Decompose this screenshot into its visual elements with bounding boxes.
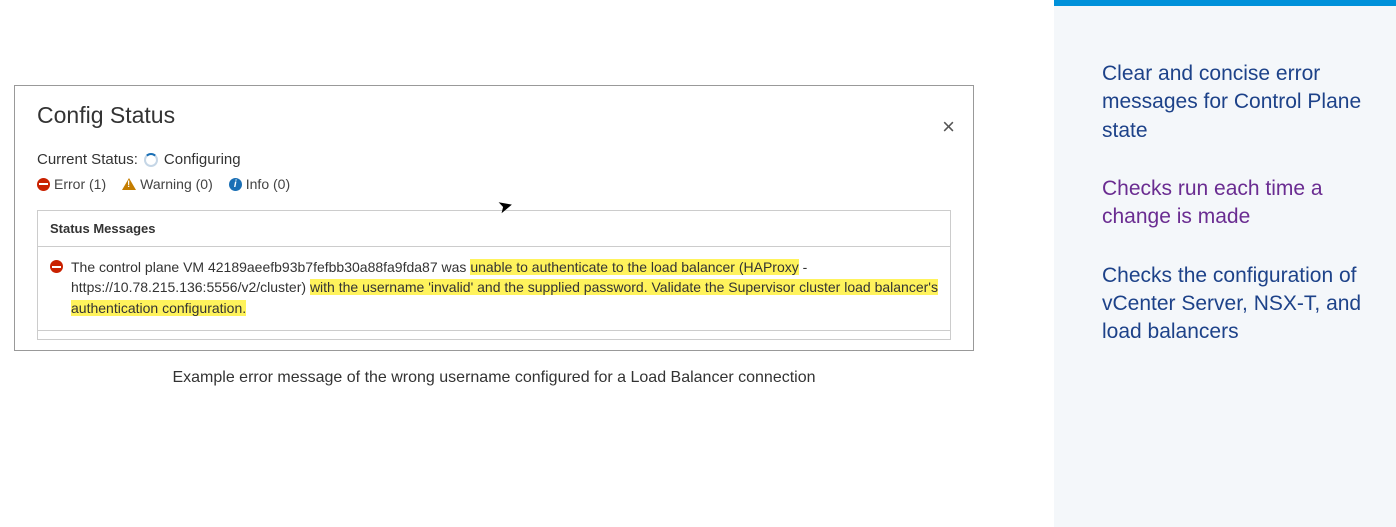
status-message-text: The control plane VM 42189aeefb93b7fefbb…	[71, 257, 938, 318]
sidebar-panel: Clear and concise error messages for Con…	[1054, 0, 1396, 527]
warning-count[interactable]: Warning (0)	[122, 176, 213, 192]
messages-footer-spacer	[38, 331, 950, 339]
figure-caption: Example error message of the wrong usern…	[14, 369, 974, 387]
config-status-dialog: Config Status × Current Status: Configur…	[14, 85, 974, 351]
msg-highlight: unable to authenticate to the load balan…	[470, 259, 798, 275]
main-content: Config Status × Current Status: Configur…	[14, 85, 974, 387]
sidebar-item-2: Checks run each time a change is made	[1102, 175, 1366, 232]
error-count-label: Error (1)	[54, 176, 106, 192]
current-status-value: Configuring	[164, 151, 241, 168]
close-icon[interactable]: ×	[942, 116, 955, 138]
current-status-label: Current Status:	[37, 151, 138, 168]
current-status-row: Current Status: Configuring	[37, 151, 951, 168]
warning-icon	[122, 178, 136, 190]
info-icon	[229, 178, 242, 191]
status-counts: Error (1) Warning (0) Info (0)	[37, 176, 951, 192]
error-icon	[50, 260, 63, 273]
status-messages-header: Status Messages	[38, 211, 950, 247]
info-count-label: Info (0)	[246, 176, 290, 192]
spinner-icon	[144, 153, 158, 167]
error-icon	[37, 178, 50, 191]
info-count[interactable]: Info (0)	[229, 176, 290, 192]
dialog-title: Config Status	[37, 102, 951, 129]
sidebar-item-3: Checks the configuration of vCenter Serv…	[1102, 262, 1366, 347]
status-messages-box: Status Messages The control plane VM 421…	[37, 210, 951, 340]
msg-segment: The control plane VM 42189aeefb93b7fefbb…	[71, 259, 470, 275]
error-count[interactable]: Error (1)	[37, 176, 106, 192]
sidebar-accent-bar	[1054, 0, 1396, 6]
status-message-row: The control plane VM 42189aeefb93b7fefbb…	[38, 247, 950, 331]
sidebar-item-1: Clear and concise error messages for Con…	[1102, 60, 1366, 145]
warning-count-label: Warning (0)	[140, 176, 213, 192]
